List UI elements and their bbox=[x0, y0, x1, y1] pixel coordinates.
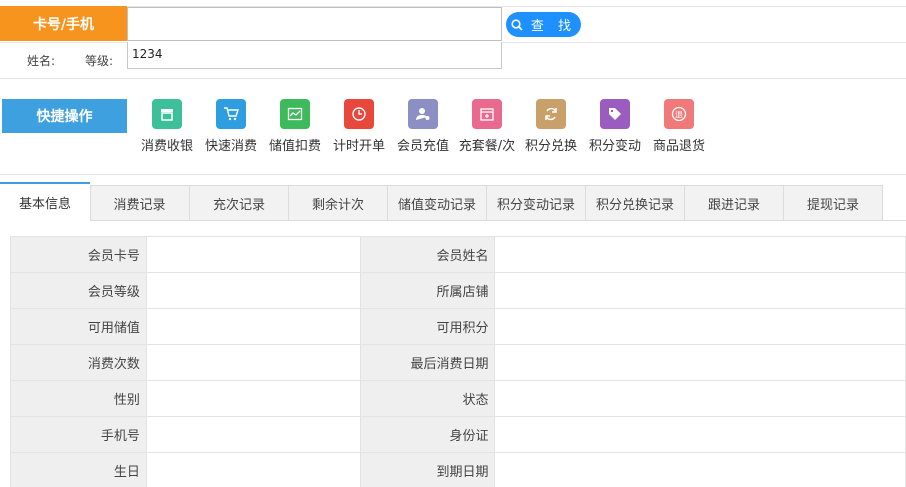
record-tabs: 基本信息 消费记录 充次记录 剩余计次 储值变动记录 积分变动记录 积分兑换记录 跟进记录 提现… bbox=[0, 182, 906, 221]
quick-op-label: 商品退货 bbox=[652, 139, 705, 154]
field-label: 所属店铺 bbox=[359, 272, 496, 309]
tab-5[interactable]: 储值变动记录 bbox=[388, 185, 487, 221]
card-phone-input[interactable] bbox=[127, 7, 502, 41]
field-value bbox=[145, 236, 361, 273]
chart-icon bbox=[280, 99, 310, 129]
field-label: 性别 bbox=[10, 380, 147, 417]
quick-op-label: 积分兑换 bbox=[524, 139, 577, 154]
tab-4[interactable]: 剩余计次 bbox=[289, 185, 388, 221]
field-label: 到期日期 bbox=[359, 452, 496, 487]
field-label: 可用储值 bbox=[10, 308, 147, 345]
field-label: 最后消费日期 bbox=[359, 344, 496, 381]
quick-op-tag[interactable]: 积分变动 bbox=[584, 99, 646, 154]
svg-text:退: 退 bbox=[675, 111, 683, 120]
search-button-label: 查 找 bbox=[530, 19, 577, 34]
quick-op-label: 积分变动 bbox=[588, 139, 641, 154]
field-value bbox=[145, 380, 361, 417]
clock-icon bbox=[344, 99, 374, 129]
field-value bbox=[145, 452, 361, 487]
field-label: 消费次数 bbox=[10, 344, 147, 381]
card-phone-label: 卡号/手机 bbox=[0, 6, 127, 41]
quick-op-label: 充套餐/次 bbox=[458, 139, 516, 154]
return-icon: 退 bbox=[664, 99, 694, 129]
tab-8[interactable]: 跟进记录 bbox=[685, 185, 784, 221]
quick-op-chart[interactable]: 储值扣费 bbox=[264, 99, 326, 154]
quick-op-label: 消费收银 bbox=[140, 139, 193, 154]
tab-7[interactable]: 积分兑换记录 bbox=[586, 185, 685, 221]
member-meta: 姓名: 等级: bbox=[0, 43, 127, 78]
field-label: 状态 bbox=[359, 380, 496, 417]
info-row: 生日 到期日期 bbox=[10, 452, 906, 487]
quick-op-label: 储值扣费 bbox=[268, 139, 321, 154]
field-label: 生日 bbox=[10, 452, 147, 487]
info-row: 会员等级 所属店铺 bbox=[10, 272, 906, 309]
field-label: 手机号 bbox=[10, 416, 147, 453]
autocomplete-suggestion[interactable]: 1234 bbox=[127, 42, 502, 69]
package-icon bbox=[472, 99, 502, 129]
field-value bbox=[494, 380, 906, 417]
name-label: 姓名: bbox=[27, 54, 56, 68]
field-value bbox=[494, 236, 906, 273]
field-label: 会员等级 bbox=[10, 272, 147, 309]
field-label: 可用积分 bbox=[359, 308, 496, 345]
divider bbox=[0, 78, 906, 79]
refresh-icon bbox=[536, 99, 566, 129]
field-value bbox=[494, 452, 906, 487]
field-value bbox=[494, 344, 906, 381]
quick-op-clock[interactable]: 计时开单 bbox=[328, 99, 390, 154]
cart-icon bbox=[216, 99, 246, 129]
search-icon bbox=[511, 18, 523, 31]
tag-icon bbox=[600, 99, 630, 129]
info-row: 会员卡号 会员姓名 bbox=[10, 236, 906, 273]
tab-1[interactable]: 基本信息 bbox=[0, 182, 90, 221]
info-row: 消费次数 最后消费日期 bbox=[10, 344, 906, 381]
quick-op-member[interactable]: 会员充值 bbox=[392, 99, 454, 154]
tab-9[interactable]: 提现记录 bbox=[784, 185, 883, 221]
quick-op-refresh[interactable]: 积分兑换 bbox=[520, 99, 582, 154]
field-value bbox=[494, 308, 906, 345]
quick-op-label: 会员充值 bbox=[396, 139, 449, 154]
tab-3[interactable]: 充次记录 bbox=[190, 185, 289, 221]
quick-ops-label: 快捷操作 bbox=[2, 99, 127, 133]
member-info-table: 会员卡号 会员姓名 会员等级 所属店铺 可用储值 可用积分 消费次数 最后消费日期 性别 状态 手机… bbox=[10, 236, 906, 487]
field-label: 会员姓名 bbox=[359, 236, 496, 273]
field-value bbox=[145, 308, 361, 345]
quick-op-cashier[interactable]: 消费收银 bbox=[136, 99, 198, 154]
info-row: 手机号 身份证 bbox=[10, 416, 906, 453]
quick-op-package[interactable]: 充套餐/次 bbox=[456, 99, 518, 154]
tab-6[interactable]: 积分变动记录 bbox=[487, 185, 586, 221]
quick-op-label: 快速消费 bbox=[204, 139, 257, 154]
quick-op-label: 计时开单 bbox=[332, 139, 385, 154]
info-row: 性别 状态 bbox=[10, 380, 906, 417]
search-button[interactable]: 查 找 bbox=[506, 12, 581, 37]
tabs-underline bbox=[883, 220, 906, 221]
field-value bbox=[494, 416, 906, 453]
cashier-icon bbox=[152, 99, 182, 129]
field-value bbox=[145, 416, 361, 453]
member-icon bbox=[408, 99, 438, 129]
info-row: 可用储值 可用积分 bbox=[10, 308, 906, 345]
field-value bbox=[494, 272, 906, 309]
quick-op-return[interactable]: 退商品退货 bbox=[648, 99, 710, 154]
field-value bbox=[145, 272, 361, 309]
field-label: 身份证 bbox=[359, 416, 496, 453]
tab-2[interactable]: 消费记录 bbox=[90, 185, 190, 221]
field-value bbox=[145, 344, 361, 381]
quick-op-cart[interactable]: 快速消费 bbox=[200, 99, 262, 154]
level-label: 等级: bbox=[85, 54, 114, 68]
divider bbox=[0, 174, 906, 175]
field-label: 会员卡号 bbox=[10, 236, 147, 273]
